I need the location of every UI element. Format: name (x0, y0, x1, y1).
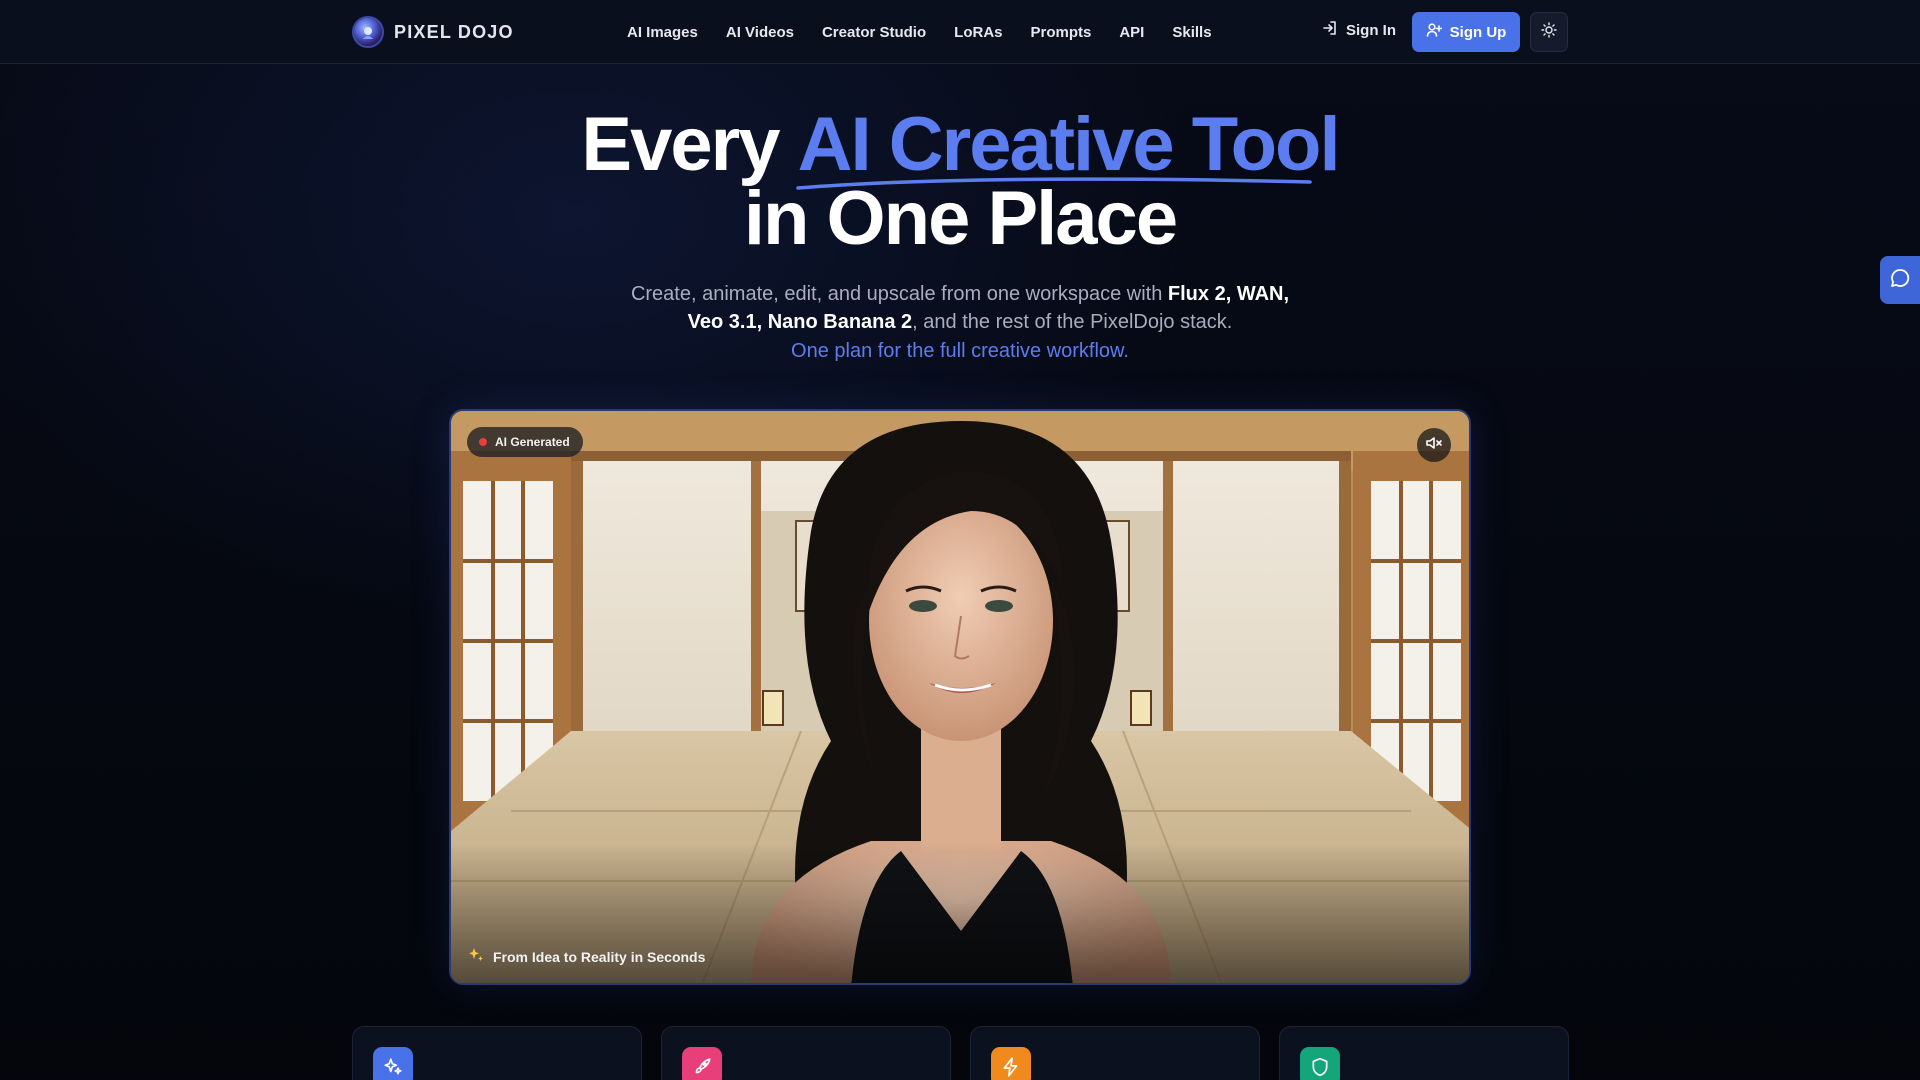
subtitle-models-2: Veo 3.1, Nano Banana 2 (687, 311, 913, 333)
nav-loras[interactable]: LoRAs (954, 24, 1002, 41)
subtitle-models-1: Flux 2, WAN, (1167, 283, 1290, 305)
video-caption-text: From Idea to Reality in Seconds (493, 948, 706, 965)
feature-card-1[interactable] (352, 1026, 642, 1080)
feature-card-2[interactable] (661, 1026, 951, 1080)
hero-title: Every AI Creative Tool in One Place (0, 107, 1920, 261)
ai-generated-label: AI Generated (495, 435, 570, 449)
sign-in-label: Sign In (1346, 21, 1396, 39)
sparkles-icon (467, 946, 485, 967)
sign-in-button[interactable]: Sign In (1322, 20, 1396, 40)
mute-toggle-button[interactable] (1417, 428, 1451, 462)
sign-up-label: Sign Up (1449, 23, 1507, 41)
sign-up-button[interactable]: Sign Up (1412, 12, 1520, 52)
feature-card-3[interactable] (970, 1026, 1260, 1080)
logo[interactable]: PIXEL DOJO (352, 16, 514, 48)
recording-dot-icon (479, 438, 487, 446)
top-nav: PIXEL DOJO AI Images AI Videos Creator S… (0, 0, 1920, 64)
feature-card-4[interactable] (1279, 1026, 1569, 1080)
brand-name: PIXEL DOJO (394, 21, 514, 42)
lightning-icon (991, 1047, 1031, 1080)
sun-icon (1541, 21, 1557, 43)
volume-muted-icon (1425, 434, 1443, 457)
user-plus-icon (1426, 22, 1442, 42)
logo-icon (352, 16, 384, 48)
subtitle-text-1: Create, animate, edit, and upscale from … (630, 283, 1168, 305)
chat-bubble-icon (1889, 267, 1911, 294)
hero-title-accent: AI Creative Tool (795, 107, 1341, 190)
video-caption: From Idea to Reality in Seconds (467, 946, 705, 967)
hero-tagline: One plan for the full creative workflow. (791, 340, 1129, 362)
theme-toggle-button[interactable] (1530, 12, 1568, 52)
nav-links: AI Images AI Videos Creator Studio LoRAs… (627, 0, 1212, 64)
nav-creator-studio[interactable]: Creator Studio (822, 24, 926, 41)
nav-ai-videos[interactable]: AI Videos (726, 24, 794, 41)
nav-ai-images[interactable]: AI Images (627, 24, 698, 41)
sparkles-icon (373, 1047, 413, 1080)
chat-widget-button[interactable] (1880, 256, 1920, 304)
nav-skills[interactable]: Skills (1172, 24, 1211, 41)
hero-title-line2: in One Place (743, 176, 1178, 261)
shield-icon (1300, 1047, 1340, 1080)
underline-swoosh (795, 177, 1312, 190)
sign-in-icon (1322, 20, 1338, 40)
hero-video[interactable]: AI Generated From Idea to Reality in Sec… (449, 409, 1471, 985)
hero-subtitle: Create, animate, edit, and upscale from … (610, 280, 1310, 336)
rocket-icon (682, 1047, 722, 1080)
feature-cards (352, 1026, 1569, 1080)
ai-generated-badge: AI Generated (467, 427, 583, 457)
nav-prompts[interactable]: Prompts (1031, 24, 1092, 41)
video-frame (451, 411, 1469, 983)
nav-api[interactable]: API (1119, 24, 1144, 41)
hero-title-prefix: Every (581, 102, 780, 187)
subtitle-text-2: , and the rest of the PixelDojo stack. (912, 311, 1233, 333)
